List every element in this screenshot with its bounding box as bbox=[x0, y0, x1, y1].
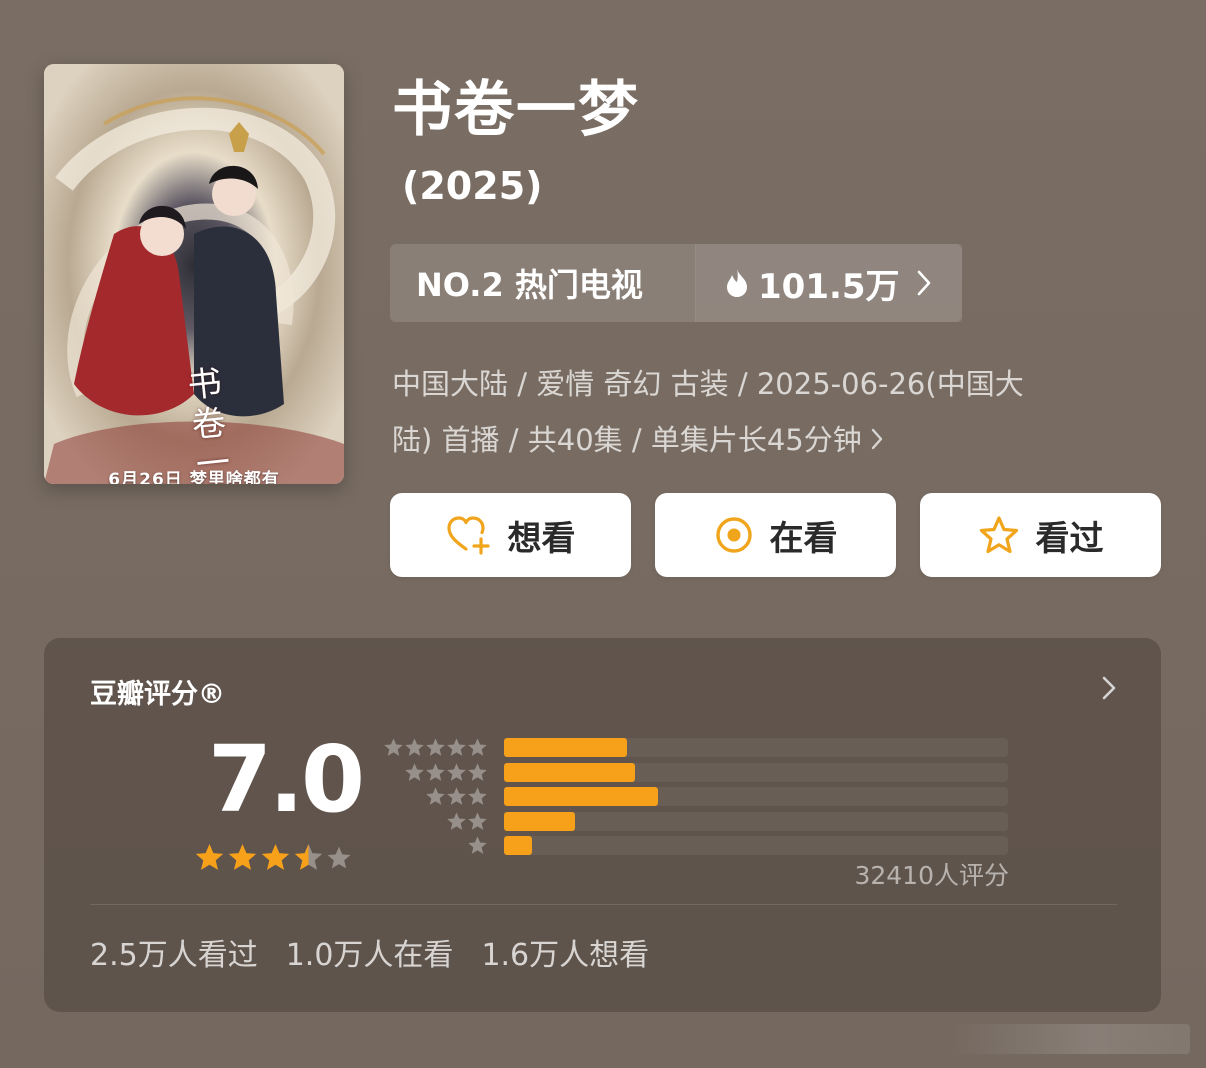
flame-icon bbox=[724, 268, 750, 298]
action-buttons: 想看 在看 看过 bbox=[390, 493, 1162, 577]
star-icon bbox=[294, 843, 323, 870]
rating-score: 7.0 bbox=[208, 726, 365, 833]
star-icon bbox=[426, 762, 445, 781]
meta-line-2: 陆) 首播 / 共40集 / 单集片长45分钟 bbox=[392, 412, 1132, 470]
star-icon bbox=[426, 738, 445, 756]
star-icon bbox=[405, 738, 424, 756]
rank-label: NO.2 热门电视 bbox=[390, 244, 696, 322]
rating-title: 豆瓣评分® bbox=[90, 679, 225, 710]
show-meta[interactable]: 中国大陆 / 爱情 奇幻 古装 / 2025-06-26(中国大 陆) 首播 /… bbox=[392, 356, 1132, 470]
distribution-track bbox=[504, 811, 1008, 831]
distribution-bar bbox=[504, 762, 635, 782]
target-icon bbox=[714, 515, 754, 555]
distribution-track bbox=[504, 738, 1008, 757]
score-star bbox=[194, 842, 225, 873]
star-icon bbox=[261, 843, 290, 870]
star-icon bbox=[447, 738, 466, 756]
score-star bbox=[260, 842, 291, 873]
star-icon bbox=[468, 787, 487, 805]
rank-chip[interactable]: NO.2 热门电视 101.5万 bbox=[390, 244, 962, 322]
heat-value: 101.5万 bbox=[758, 266, 900, 307]
distribution-row bbox=[384, 834, 1014, 858]
distribution-stars bbox=[383, 737, 488, 758]
poster-image[interactable]: 书卷一梦 6月26日 梦里啥都有 bbox=[44, 64, 344, 484]
release-year: (2025) bbox=[402, 164, 543, 208]
want-to-watch-button[interactable]: 想看 bbox=[390, 493, 631, 577]
distribution-track bbox=[504, 787, 1008, 806]
star-icon bbox=[468, 836, 487, 854]
star-icon bbox=[468, 811, 487, 830]
star-icon bbox=[327, 846, 351, 868]
watched-button[interactable]: 看过 bbox=[920, 493, 1161, 577]
star-icon bbox=[426, 787, 445, 805]
heart-plus-icon bbox=[446, 515, 492, 555]
score-stars bbox=[194, 842, 352, 873]
chevron-right-icon bbox=[870, 414, 884, 470]
watermark bbox=[950, 1024, 1190, 1054]
distribution-stars bbox=[467, 835, 488, 856]
divider bbox=[90, 904, 1117, 905]
distribution-row bbox=[384, 785, 1014, 809]
watching-button[interactable]: 在看 bbox=[655, 493, 896, 577]
score-star bbox=[326, 842, 352, 873]
distribution-stars bbox=[425, 786, 488, 807]
distribution-track bbox=[504, 836, 1008, 855]
distribution-row bbox=[384, 761, 1014, 785]
star-outline-icon bbox=[978, 515, 1020, 555]
rating-card[interactable]: 豆瓣评分® 7.0 32410人评分 2.5万人看过 1.0万人在看 1.6万人… bbox=[44, 638, 1161, 1012]
audience-stats: 2.5万人看过 1.0万人在看 1.6万人想看 bbox=[90, 930, 649, 974]
distribution-bar bbox=[504, 787, 658, 806]
score-star bbox=[293, 842, 324, 873]
distribution-row bbox=[384, 736, 1014, 760]
star-icon bbox=[447, 787, 466, 805]
star-icon bbox=[228, 843, 257, 870]
watched-count[interactable]: 2.5万人看过 bbox=[90, 930, 258, 974]
distribution-row bbox=[384, 810, 1014, 834]
star-icon bbox=[468, 762, 487, 781]
star-icon bbox=[405, 762, 424, 781]
distribution-bar bbox=[504, 738, 627, 757]
watched-label: 看过 bbox=[1035, 518, 1104, 559]
meta-line-1: 中国大陆 / 爱情 奇幻 古装 / 2025-06-26(中国大 bbox=[392, 367, 1024, 401]
watching-count[interactable]: 1.0万人在看 bbox=[286, 930, 454, 974]
star-icon bbox=[384, 738, 403, 756]
want-count[interactable]: 1.6万人想看 bbox=[481, 930, 649, 974]
want-label: 想看 bbox=[507, 518, 576, 559]
heat-indicator[interactable]: 101.5万 bbox=[696, 244, 962, 322]
distribution-stars bbox=[446, 811, 488, 832]
watching-label: 在看 bbox=[769, 518, 838, 559]
poster-caption: 6月26日 梦里啥都有 bbox=[108, 470, 280, 484]
star-icon bbox=[195, 843, 224, 870]
chevron-right-icon bbox=[916, 268, 932, 298]
star-icon bbox=[447, 811, 466, 830]
distribution-track bbox=[504, 762, 1008, 782]
distribution-stars bbox=[404, 762, 488, 783]
star-icon bbox=[447, 762, 466, 781]
meta-line-2-text: 陆) 首播 / 共40集 / 单集片长45分钟 bbox=[392, 423, 862, 457]
score-star bbox=[227, 842, 258, 873]
page-title: 书卷一梦 bbox=[392, 75, 640, 145]
chevron-right-icon[interactable] bbox=[1101, 674, 1117, 706]
rating-count: 32410人评分 bbox=[854, 861, 1009, 890]
distribution-bar bbox=[504, 836, 532, 855]
distribution-bar bbox=[504, 811, 575, 831]
star-icon bbox=[468, 738, 487, 756]
